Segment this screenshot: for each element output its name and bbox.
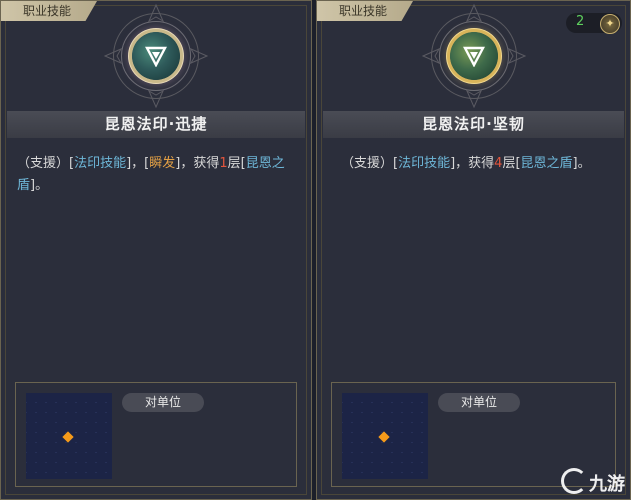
watermark-text: 九游 xyxy=(589,474,625,495)
triangle-sign-icon xyxy=(462,46,485,67)
keyword-instant: 瞬发 xyxy=(149,156,176,171)
skill-card-tough[interactable]: 职业技能 2 ✦ 昆恩法印·坚韧 （支援）[法印技能]，获得4层[昆恩之盾]。 … xyxy=(316,0,631,500)
target-grid xyxy=(342,393,428,479)
cost-counter: 2 ✦ xyxy=(566,13,622,34)
keyword-sign-skill: 法印技能 xyxy=(74,156,127,171)
category-tag: 职业技能 xyxy=(317,1,414,21)
target-panel: 对单位 xyxy=(15,382,297,487)
category-tag: 职业技能 xyxy=(1,1,98,21)
skill-emblem xyxy=(421,3,526,109)
site-watermark: 九游 xyxy=(561,468,625,495)
target-grid xyxy=(26,393,112,479)
target-marker-icon xyxy=(62,431,74,443)
skill-description: （支援）[法印技能]，[瞬发]，获得1层[昆恩之盾]。 xyxy=(17,156,285,193)
logo-swirl-icon xyxy=(561,468,587,494)
target-marker-icon xyxy=(378,431,390,443)
triangle-sign-icon xyxy=(145,46,167,67)
keyword-sign-skill: 法印技能 xyxy=(398,156,451,171)
skill-emblem xyxy=(103,3,209,109)
target-type-label: 对单位 xyxy=(122,393,204,412)
skill-icon[interactable] xyxy=(132,32,180,80)
skill-icon[interactable] xyxy=(449,32,498,80)
skill-card-swift[interactable]: 职业技能 昆恩法印·迅捷 （支援）[法印技能]，[瞬发]，获得1层[昆恩之盾]。… xyxy=(0,0,312,500)
skill-description: （支援）[法印技能]，获得4层[昆恩之盾]。 xyxy=(341,156,591,171)
cost-value: 2 xyxy=(576,14,585,29)
skill-name: 昆恩法印·坚韧 xyxy=(323,111,624,138)
stack-count: 1 xyxy=(219,156,228,171)
skill-name: 昆恩法印·迅捷 xyxy=(7,111,305,138)
target-type-label: 对单位 xyxy=(438,393,520,412)
star-coin-icon: ✦ xyxy=(600,14,620,34)
keyword-quen-shield: 昆恩之盾 xyxy=(520,156,573,171)
